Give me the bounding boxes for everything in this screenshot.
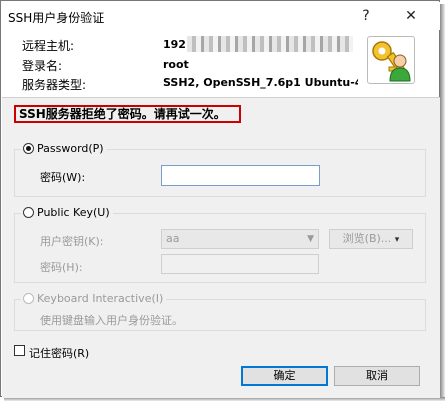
user-key-select[interactable]: aa ▼ (161, 229, 319, 249)
radio-selected-icon (23, 143, 34, 154)
password-radio-label: Password(P) (37, 142, 104, 155)
cancel-button[interactable]: 取消 (334, 366, 420, 386)
user-key-value: aa (166, 232, 180, 245)
chevron-down-icon: ▼ (307, 234, 314, 244)
keyboard-interactive-radio[interactable]: Keyboard Interactive(I) (21, 292, 167, 305)
error-band: SSH服务器拒绝了密码。请再试一次。 (2, 97, 440, 131)
radio-unselected-icon (23, 207, 34, 218)
password-input[interactable] (161, 165, 320, 186)
window-shadow-right (440, 4, 445, 401)
keyboard-interactive-description: 使用键盘输入用户身份验证。 (40, 314, 183, 327)
ok-button[interactable]: 确定 (241, 366, 328, 386)
browse-label: 浏览(B)... (342, 232, 392, 245)
server-type-clip: SSH2, OpenSSH_7.6p1 Ubuntu-4ub (163, 74, 358, 92)
host-label: 远程主机: (22, 39, 75, 53)
password-radio[interactable]: Password(P) (21, 142, 107, 155)
passphrase-input[interactable] (161, 254, 319, 274)
radio-disabled-icon (23, 293, 34, 304)
close-icon[interactable]: ✕ (398, 6, 424, 26)
key-user-icon (367, 36, 415, 84)
remember-password-label: 记住密码(R) (29, 347, 90, 360)
error-message: SSH服务器拒绝了密码。请再试一次。 (14, 105, 241, 123)
public-key-group: Public Key(U) 用户密钥(K): aa ▼ 浏览(B)... ▾ 密… (14, 206, 426, 283)
keyboard-interactive-label: Keyboard Interactive(I) (37, 292, 164, 305)
server-type-value: SSH2, OpenSSH_7.6p1 Ubuntu-4ub (163, 76, 358, 89)
help-icon[interactable]: ? (353, 6, 379, 26)
window-title: SSH用户身份验证 (8, 11, 105, 25)
host-value: 192 (163, 38, 186, 51)
remember-password-checkbox[interactable] (14, 345, 25, 356)
keyboard-interactive-group: Keyboard Interactive(I) 使用键盘输入用户身份验证。 (14, 292, 426, 331)
password-group: Password(P) 密码(W): (14, 142, 426, 197)
ssh-auth-dialog: SSH用户身份验证 ? ✕ 远程主机: 192 登录名: root 服务器类型:… (0, 0, 440, 398)
login-value: root (163, 58, 189, 71)
dropdown-arrow-icon: ▾ (394, 235, 400, 245)
title-bar[interactable]: SSH用户身份验证 ? ✕ (2, 2, 440, 30)
public-key-radio-label: Public Key(U) (37, 206, 110, 219)
login-label: 登录名: (22, 59, 63, 73)
server-type-label: 服务器类型: (22, 78, 87, 92)
public-key-radio[interactable]: Public Key(U) (21, 206, 113, 219)
browse-button[interactable]: 浏览(B)... ▾ (329, 229, 413, 249)
host-redaction (187, 36, 353, 52)
user-key-label: 用户密钥(K): (40, 235, 104, 248)
passphrase-label: 密码(H): (40, 261, 83, 274)
password-field-label: 密码(W): (40, 171, 86, 184)
